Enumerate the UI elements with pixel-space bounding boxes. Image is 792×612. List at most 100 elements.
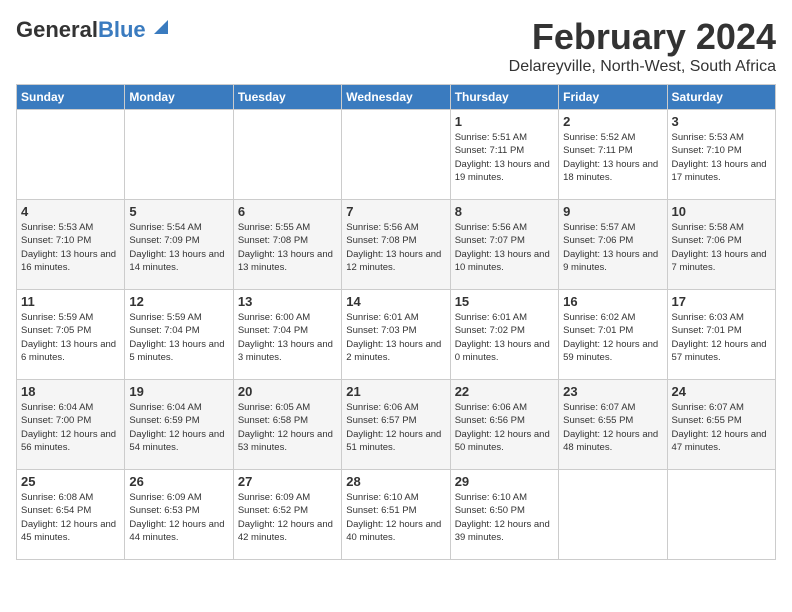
weekday-header-tuesday: Tuesday <box>233 85 341 110</box>
calendar-cell: 24Sunrise: 6:07 AMSunset: 6:55 PMDayligh… <box>667 380 775 470</box>
calendar-cell: 13 Sunrise: 6:00 AMSunset: 7:04 PMDayligh… <box>233 290 341 380</box>
day-number: 6 <box>238 204 337 219</box>
calendar-cell: 16 Sunrise: 6:02 AMSunset: 7:01 PMDayligh… <box>559 290 667 380</box>
calendar-cell: 9Sunrise: 5:57 AMSunset: 7:06 PMDaylight… <box>559 200 667 290</box>
day-info: Sunrise: 5:51 AMSunset: 7:11 PMDaylight:… <box>455 131 554 184</box>
day-info: Sunrise: 6:04 AMSunset: 6:59 PMDaylight:… <box>129 401 228 454</box>
day-info: Sunrise: 5:55 AMSunset: 7:08 PMDaylight:… <box>238 221 337 274</box>
calendar-cell: 26 Sunrise: 6:09 AMSunset: 6:53 PMDayligh… <box>125 470 233 560</box>
calendar-cell: 29 Sunrise: 6:10 AMSunset: 6:50 PMDayligh… <box>450 470 558 560</box>
day-info: Sunrise: 6:09 AMSunset: 6:52 PMDaylight:… <box>238 491 337 544</box>
day-number: 2 <box>563 114 662 129</box>
day-info: Sunrise: 5:54 AMSunset: 7:09 PMDaylight:… <box>129 221 228 274</box>
calendar-cell <box>342 110 450 200</box>
calendar-cell: 5 Sunrise: 5:54 AMSunset: 7:09 PMDaylight… <box>125 200 233 290</box>
day-info: Sunrise: 6:10 AMSunset: 6:50 PMDaylight:… <box>455 491 554 544</box>
day-info: Sunrise: 6:09 AMSunset: 6:53 PMDaylight:… <box>129 491 228 544</box>
day-number: 28 <box>346 474 445 489</box>
day-number: 14 <box>346 294 445 309</box>
calendar-cell <box>233 110 341 200</box>
calendar-cell: 20 Sunrise: 6:05 AMSunset: 6:58 PMDayligh… <box>233 380 341 470</box>
day-info: Sunrise: 6:07 AMSunset: 6:55 PMDaylight:… <box>563 401 662 454</box>
day-info: Sunrise: 6:01 AMSunset: 7:02 PMDaylight:… <box>455 311 554 364</box>
calendar-cell: 19 Sunrise: 6:04 AMSunset: 6:59 PMDayligh… <box>125 380 233 470</box>
day-info: Sunrise: 6:03 AMSunset: 7:01 PMDaylight:… <box>672 311 771 364</box>
day-info: Sunrise: 6:02 AMSunset: 7:01 PMDaylight:… <box>563 311 662 364</box>
header: GeneralBlue February 2024 Delareyville, … <box>16 16 776 76</box>
day-info: Sunrise: 6:00 AMSunset: 7:04 PMDaylight:… <box>238 311 337 364</box>
calendar-cell: 27Sunrise: 6:09 AMSunset: 6:52 PMDayligh… <box>233 470 341 560</box>
day-number: 26 <box>129 474 228 489</box>
calendar-cell: 21 Sunrise: 6:06 AMSunset: 6:57 PMDayligh… <box>342 380 450 470</box>
day-number: 16 <box>563 294 662 309</box>
day-info: Sunrise: 5:56 AMSunset: 7:07 PMDaylight:… <box>455 221 554 274</box>
day-info: Sunrise: 6:06 AMSunset: 6:56 PMDaylight:… <box>455 401 554 454</box>
day-number: 15 <box>455 294 554 309</box>
day-number: 5 <box>129 204 228 219</box>
week-row-5: 25 Sunrise: 6:08 AMSunset: 6:54 PMDayligh… <box>17 470 776 560</box>
logo-icon <box>150 16 172 38</box>
calendar-cell: 1 Sunrise: 5:51 AMSunset: 7:11 PMDaylight… <box>450 110 558 200</box>
title-area: February 2024 Delareyville, North-West, … <box>509 16 776 76</box>
month-title: February 2024 <box>509 16 776 58</box>
day-info: Sunrise: 6:10 AMSunset: 6:51 PMDaylight:… <box>346 491 445 544</box>
day-number: 1 <box>455 114 554 129</box>
day-number: 3 <box>672 114 771 129</box>
weekday-header-thursday: Thursday <box>450 85 558 110</box>
day-info: Sunrise: 6:04 AMSunset: 7:00 PMDaylight:… <box>21 401 120 454</box>
logo-text: GeneralBlue <box>16 19 146 41</box>
day-info: Sunrise: 5:59 AMSunset: 7:04 PMDaylight:… <box>129 311 228 364</box>
weekday-header-friday: Friday <box>559 85 667 110</box>
week-row-2: 4 Sunrise: 5:53 AMSunset: 7:10 PMDaylight… <box>17 200 776 290</box>
calendar-cell: 12Sunrise: 5:59 AMSunset: 7:04 PMDayligh… <box>125 290 233 380</box>
weekday-header-row: SundayMondayTuesdayWednesdayThursdayFrid… <box>17 85 776 110</box>
week-row-3: 11Sunrise: 5:59 AMSunset: 7:05 PMDayligh… <box>17 290 776 380</box>
calendar-cell: 4 Sunrise: 5:53 AMSunset: 7:10 PMDaylight… <box>17 200 125 290</box>
calendar-cell: 11Sunrise: 5:59 AMSunset: 7:05 PMDayligh… <box>17 290 125 380</box>
day-info: Sunrise: 6:01 AMSunset: 7:03 PMDaylight:… <box>346 311 445 364</box>
week-row-1: 1 Sunrise: 5:51 AMSunset: 7:11 PMDaylight… <box>17 110 776 200</box>
day-number: 25 <box>21 474 120 489</box>
day-number: 4 <box>21 204 120 219</box>
calendar-cell: 14 Sunrise: 6:01 AMSunset: 7:03 PMDayligh… <box>342 290 450 380</box>
day-info: Sunrise: 5:53 AMSunset: 7:10 PMDaylight:… <box>672 131 771 184</box>
calendar-cell: 25 Sunrise: 6:08 AMSunset: 6:54 PMDayligh… <box>17 470 125 560</box>
calendar-cell: 10Sunrise: 5:58 AMSunset: 7:06 PMDayligh… <box>667 200 775 290</box>
calendar-cell <box>125 110 233 200</box>
day-info: Sunrise: 6:08 AMSunset: 6:54 PMDaylight:… <box>21 491 120 544</box>
day-number: 9 <box>563 204 662 219</box>
calendar-cell: 17 Sunrise: 6:03 AMSunset: 7:01 PMDayligh… <box>667 290 775 380</box>
calendar-cell <box>17 110 125 200</box>
day-number: 21 <box>346 384 445 399</box>
calendar-cell: 8Sunrise: 5:56 AMSunset: 7:07 PMDaylight… <box>450 200 558 290</box>
day-number: 11 <box>21 294 120 309</box>
day-number: 20 <box>238 384 337 399</box>
day-info: Sunrise: 5:56 AMSunset: 7:08 PMDaylight:… <box>346 221 445 274</box>
weekday-header-sunday: Sunday <box>17 85 125 110</box>
week-row-4: 18Sunrise: 6:04 AMSunset: 7:00 PMDayligh… <box>17 380 776 470</box>
calendar-cell: 15 Sunrise: 6:01 AMSunset: 7:02 PMDayligh… <box>450 290 558 380</box>
logo: GeneralBlue <box>16 16 172 43</box>
day-number: 13 <box>238 294 337 309</box>
day-info: Sunrise: 6:05 AMSunset: 6:58 PMDaylight:… <box>238 401 337 454</box>
logo-blue: Blue <box>98 17 146 42</box>
day-info: Sunrise: 5:53 AMSunset: 7:10 PMDaylight:… <box>21 221 120 274</box>
calendar-cell: 7Sunrise: 5:56 AMSunset: 7:08 PMDaylight… <box>342 200 450 290</box>
day-info: Sunrise: 6:07 AMSunset: 6:55 PMDaylight:… <box>672 401 771 454</box>
weekday-header-saturday: Saturday <box>667 85 775 110</box>
calendar-cell: 18Sunrise: 6:04 AMSunset: 7:00 PMDayligh… <box>17 380 125 470</box>
day-number: 29 <box>455 474 554 489</box>
day-info: Sunrise: 5:52 AMSunset: 7:11 PMDaylight:… <box>563 131 662 184</box>
day-number: 19 <box>129 384 228 399</box>
calendar-cell: 23 Sunrise: 6:07 AMSunset: 6:55 PMDayligh… <box>559 380 667 470</box>
calendar-cell <box>559 470 667 560</box>
day-number: 17 <box>672 294 771 309</box>
weekday-header-monday: Monday <box>125 85 233 110</box>
day-info: Sunrise: 6:06 AMSunset: 6:57 PMDaylight:… <box>346 401 445 454</box>
day-number: 23 <box>563 384 662 399</box>
location-title: Delareyville, North-West, South Africa <box>509 58 776 76</box>
calendar-cell: 3 Sunrise: 5:53 AMSunset: 7:10 PMDaylight… <box>667 110 775 200</box>
day-number: 10 <box>672 204 771 219</box>
calendar-cell <box>667 470 775 560</box>
calendar-cell: 2 Sunrise: 5:52 AMSunset: 7:11 PMDaylight… <box>559 110 667 200</box>
